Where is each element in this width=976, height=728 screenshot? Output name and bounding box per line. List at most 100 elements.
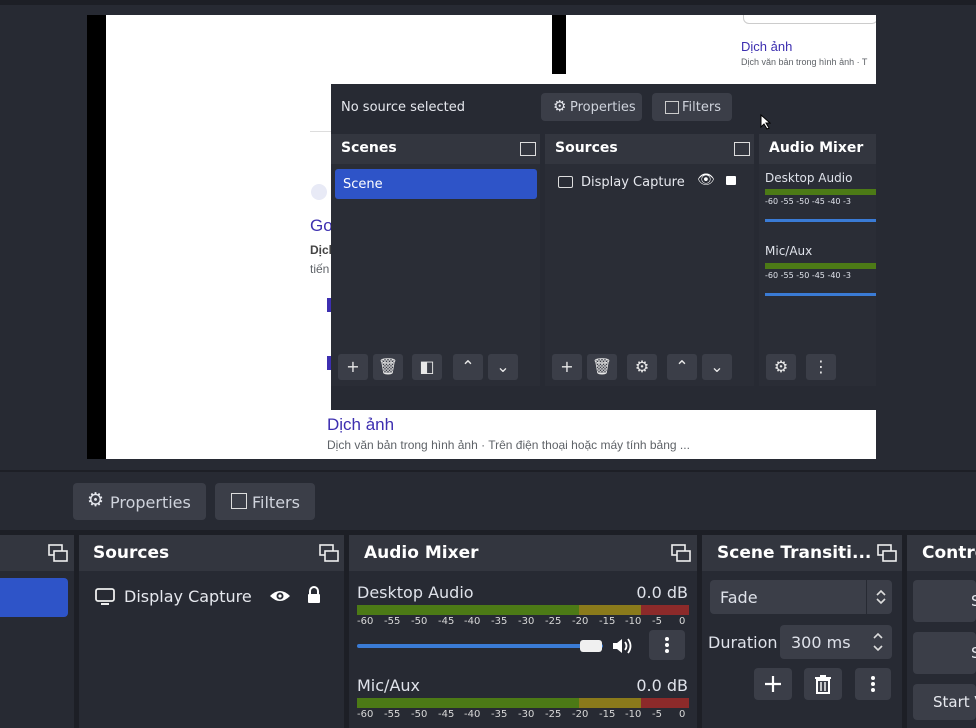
nested-desktop-slider[interactable]: [765, 219, 876, 222]
nested-scene-down-button[interactable]: ⌄: [488, 354, 518, 380]
sources-dock-header: Sources: [79, 535, 344, 571]
spin-arrows-icon[interactable]: [872, 630, 884, 654]
desktop-audio-menu-button[interactable]: [649, 630, 685, 660]
nested-scenes-header: Scenes: [331, 134, 540, 164]
nested-source-item[interactable]: Display Capture 👁: [545, 168, 754, 198]
nested-properties-button[interactable]: ⚙ Properties: [541, 93, 642, 121]
controls-header: Contro: [907, 535, 976, 571]
nested-scene-filter-button[interactable]: ◧: [412, 354, 442, 380]
nested-mixer-title: Audio Mixer: [769, 140, 864, 156]
updown-chevron-icon: [876, 589, 886, 605]
add-transition-button[interactable]: [754, 668, 792, 700]
start-recording-button[interactable]: S: [913, 632, 976, 674]
nested-mixer-menu-button[interactable]: ⋮: [806, 354, 836, 380]
trash-icon: [815, 675, 831, 694]
nested-source-settings-button[interactable]: ⚙: [627, 354, 657, 380]
transition-select[interactable]: Fade: [710, 580, 892, 614]
start-recording-label: S: [971, 644, 976, 662]
meter-tick-label: -50: [411, 616, 428, 627]
mouse-cursor-icon: [760, 114, 771, 130]
web-fragment-tien: tiến: [310, 262, 330, 276]
start-virtual-camera-button[interactable]: Start V: [913, 684, 976, 720]
nested-add-source-button[interactable]: +: [552, 354, 582, 380]
nested-desktop-meter: [765, 189, 876, 195]
properties-label: Properties: [110, 493, 191, 512]
meter-tick-label: -25: [545, 709, 562, 720]
eye-icon[interactable]: 👁: [697, 172, 715, 188]
mic-aux-label: Mic/Aux: [357, 676, 420, 695]
nested-scene-up-button[interactable]: ⌃: [453, 354, 483, 380]
meter-tick-label: -45: [438, 709, 455, 720]
nested-remove-scene-button[interactable]: 🗑: [373, 354, 403, 380]
meter-tick-label: -20: [572, 616, 589, 627]
meter-tick-label: -55: [384, 616, 401, 627]
filters-button[interactable]: Filters: [215, 483, 315, 520]
desktop-audio-slider[interactable]: [357, 644, 603, 648]
transition-menu-button[interactable]: [855, 668, 891, 700]
scene-transitions-dock: Scene Transiti... Fade Duration 300 ms: [702, 535, 902, 728]
lock-icon[interactable]: [306, 585, 322, 605]
filters-icon: [231, 493, 247, 509]
nested-scene-item[interactable]: Scene: [335, 169, 537, 199]
meter-tick-label: -20: [572, 709, 589, 720]
undock-icon[interactable]: [734, 142, 750, 156]
meter-tick-label: -5: [652, 709, 662, 720]
nested-remove-source-button[interactable]: 🗑: [587, 354, 617, 380]
speaker-icon[interactable]: [611, 636, 633, 656]
duration-spinbox[interactable]: 300 ms: [780, 625, 892, 659]
desktop-audio-db: 0.0 dB: [636, 583, 688, 602]
audio-mixer-header: Audio Mixer: [349, 535, 697, 571]
undock-icon[interactable]: [319, 544, 339, 562]
eye-icon[interactable]: [269, 588, 291, 604]
audio-mixer-dock: Audio Mixer Desktop Audio 0.0 dB -60 -55-…: [349, 535, 697, 728]
meter-tick-label: -30: [518, 709, 535, 720]
nested-scenes-panel: Scenes Scene + 🗑 ◧ ⌃ ⌄: [331, 134, 540, 386]
nested-source-up-button[interactable]: ⌃: [667, 354, 697, 380]
desktop-audio-slider-knob[interactable]: [580, 640, 602, 652]
nested-black-strip: [552, 15, 566, 74]
start-streaming-button[interactable]: S: [913, 580, 976, 622]
meter-tick-label: 0: [679, 709, 686, 720]
nested-mixer-panel: Audio Mixer Desktop Audio -60 -55 -50 -4…: [759, 134, 876, 386]
meter-tick-label: -60: [357, 709, 374, 720]
filters-icon: [665, 101, 679, 114]
nested-obs-window: No source selected ⚙ Properties Filters …: [331, 84, 876, 410]
undock-icon[interactable]: [48, 544, 68, 562]
lock-icon[interactable]: [726, 176, 736, 185]
meter-tick-label: -10: [625, 709, 642, 720]
nested-mic-meter: [765, 263, 876, 269]
remove-transition-button[interactable]: [804, 668, 842, 700]
mic-aux-meter: [357, 698, 689, 708]
web-bottom-link[interactable]: Dịch ảnh: [327, 415, 394, 435]
nested-filters-button[interactable]: Filters: [652, 93, 732, 121]
meter-tick-label: 0: [679, 616, 686, 627]
desktop-audio-ticks: -60 -55 -50 -45 -40 -35 -30 -25 -20 -15 -10 -5 0: [357, 616, 689, 630]
nested-source-down-button[interactable]: ⌄: [702, 354, 732, 380]
meter-tick-label: -10: [625, 616, 642, 627]
undock-icon[interactable]: [877, 544, 897, 562]
nested-desktop-ticks: -60 -55 -50 -45 -40 -3: [765, 197, 852, 206]
meter-tick-label: -15: [599, 709, 616, 720]
desktop-audio-label: Desktop Audio: [357, 583, 474, 602]
transition-select-value: Fade: [720, 588, 758, 607]
selected-scene-item[interactable]: [0, 578, 68, 617]
meter-tick-label: -55: [384, 709, 401, 720]
undock-icon[interactable]: [671, 544, 691, 562]
properties-button[interactable]: ⚙ Properties: [73, 483, 206, 520]
monitor-icon: [95, 588, 115, 605]
meter-tick-label: -40: [464, 709, 481, 720]
nested-scenes-title: Scenes: [341, 140, 397, 156]
nested-add-scene-button[interactable]: +: [338, 354, 368, 380]
google-favicon-icon: [311, 184, 327, 200]
preview-canvas[interactable]: Go Dịch tiến Dịch ảnh Dịch văn bản trong…: [87, 15, 876, 459]
undock-icon[interactable]: [520, 142, 536, 156]
capture-black-edge: [87, 15, 106, 459]
nested-mixer-settings-button[interactable]: ⚙: [766, 354, 796, 380]
nested-properties-label: Properties: [570, 100, 636, 115]
start-streaming-label: S: [971, 592, 976, 610]
web-fragment-go: Go: [310, 216, 333, 235]
filters-label: Filters: [252, 493, 300, 512]
nested-mic-slider[interactable]: [765, 293, 876, 296]
nested-sources-header: Sources: [545, 134, 754, 164]
source-item[interactable]: Display Capture: [79, 579, 344, 615]
